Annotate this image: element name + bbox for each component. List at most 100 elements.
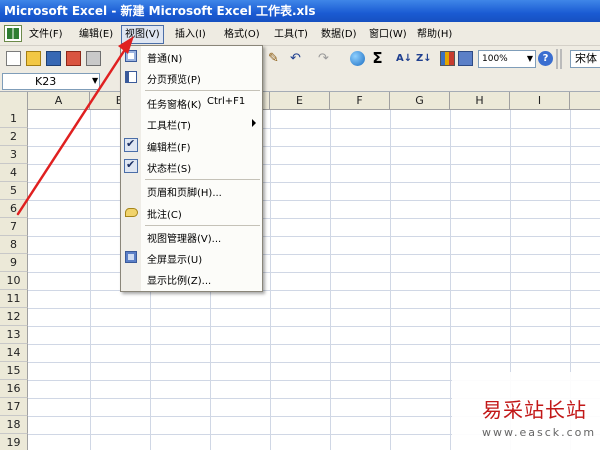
menu-tools[interactable]: 工具(T) <box>271 26 311 43</box>
row-header[interactable]: 4 <box>0 164 28 182</box>
column-header-h[interactable]: H <box>450 92 510 110</box>
gridline <box>28 344 600 345</box>
page-break-preview-icon <box>125 71 137 83</box>
sort-asc-icon[interactable]: A↓ <box>396 51 412 66</box>
row-header[interactable]: 19 <box>0 434 28 450</box>
view-menu-item-custom-views[interactable]: 视图管理器(V)... <box>121 226 262 248</box>
chevron-down-icon: ▼ <box>526 54 533 63</box>
menu-file[interactable]: 文件(F) <box>26 26 66 43</box>
column-header-g[interactable]: G <box>390 92 450 110</box>
chart-wizard-icon[interactable] <box>440 51 455 66</box>
view-menu-item-zoom[interactable]: 显示比例(Z)... <box>121 268 262 290</box>
font-select[interactable]: 宋体 <box>570 50 600 68</box>
font-value: 宋体 <box>575 52 597 65</box>
row-header[interactable]: 8 <box>0 236 28 254</box>
row-header[interactable]: 5 <box>0 182 28 200</box>
formula-bar: K23 ▼ <box>0 72 600 92</box>
menu-insert[interactable]: 插入(I) <box>172 26 209 43</box>
view-menu-item-status-bar[interactable]: 状态栏(S) <box>121 156 262 178</box>
view-menu-item-label: 工具栏(T) <box>147 121 191 132</box>
row-header[interactable]: 18 <box>0 416 28 434</box>
select-all-corner[interactable] <box>0 92 28 110</box>
row-header[interactable]: 2 <box>0 128 28 146</box>
view-menu-item-label: 批注(C) <box>147 210 182 221</box>
permission-icon[interactable] <box>66 51 81 66</box>
redo-icon[interactable]: ↷ <box>318 51 333 66</box>
view-menu-item-label: 普通(N) <box>147 54 183 65</box>
autosum-icon[interactable]: Σ <box>370 51 385 66</box>
view-menu-item-formula-bar[interactable]: 编辑栏(F) <box>121 135 262 157</box>
print-icon[interactable] <box>86 51 101 66</box>
row-header[interactable]: 14 <box>0 344 28 362</box>
view-menu-item-label: 视图管理器(V)... <box>147 234 222 245</box>
row-header[interactable]: 7 <box>0 218 28 236</box>
view-menu-item-page-break-preview[interactable]: 分页预览(P) <box>121 67 262 89</box>
row-header[interactable]: 1 <box>0 110 28 128</box>
help-icon[interactable]: ? <box>538 51 553 66</box>
menu-window[interactable]: 窗口(W) <box>366 26 410 43</box>
gridline <box>28 182 600 183</box>
format-painter-icon[interactable]: ✎ <box>268 51 283 66</box>
gridline <box>28 272 600 273</box>
gridline <box>270 110 271 450</box>
new-icon[interactable] <box>6 51 21 66</box>
name-box[interactable]: K23 <box>2 73 100 90</box>
checkmark-icon <box>124 158 138 173</box>
view-menu-item-toolbars[interactable]: 工具栏(T) <box>121 113 262 135</box>
menu-help[interactable]: 帮助(H) <box>414 26 455 43</box>
comment-icon <box>125 208 138 217</box>
row-header[interactable]: 10 <box>0 272 28 290</box>
view-menu-item-label: 编辑栏(F) <box>147 143 191 154</box>
checkmark-icon <box>124 137 138 152</box>
menu-edit[interactable]: 编辑(E) <box>76 26 116 43</box>
gridline <box>28 218 600 219</box>
standard-toolbar: ✎ ↶ ↷ Σ A↓ Z↓ 100% ▼ ? 宋体 <box>0 46 600 72</box>
row-header[interactable]: 9 <box>0 254 28 272</box>
full-screen-icon <box>125 251 137 263</box>
menu-view[interactable]: 视图(V) <box>121 25 164 44</box>
row-header[interactable]: 12 <box>0 308 28 326</box>
gridline <box>28 200 600 201</box>
view-menu-item-task-pane[interactable]: 任务窗格(K) Ctrl+F1 <box>121 92 262 114</box>
excel-app-icon[interactable] <box>4 25 22 42</box>
menu-data[interactable]: 数据(D) <box>318 26 360 43</box>
view-menu-dropdown: 普通(N) 分页预览(P) 任务窗格(K) Ctrl+F1 工具栏(T) 编辑栏… <box>120 45 263 292</box>
row-header[interactable]: 3 <box>0 146 28 164</box>
column-header-f[interactable]: F <box>330 92 390 110</box>
gridline <box>330 110 331 450</box>
zoom-select[interactable]: 100% ▼ <box>478 50 536 68</box>
view-menu-item-label: 显示比例(Z)... <box>147 276 212 287</box>
window-title-bar: Microsoft Excel - 新建 Microsoft Excel 工作表… <box>0 0 600 22</box>
hyperlink-icon[interactable] <box>350 51 365 66</box>
gridline <box>28 290 600 291</box>
view-menu-item-comments[interactable]: 批注(C) <box>121 202 262 224</box>
column-header-i[interactable]: I <box>510 92 570 110</box>
submenu-arrow-icon <box>252 119 256 127</box>
view-menu-item-full-screen[interactable]: 全屏显示(U) <box>121 247 262 269</box>
row-header[interactable]: 17 <box>0 398 28 416</box>
gridline <box>28 362 600 363</box>
row-header[interactable]: 16 <box>0 380 28 398</box>
undo-icon[interactable]: ↶ <box>290 51 305 66</box>
name-box-value: K23 <box>35 75 57 88</box>
gridline <box>28 146 600 147</box>
drawing-icon[interactable] <box>458 51 473 66</box>
row-header[interactable]: 11 <box>0 290 28 308</box>
sort-desc-icon[interactable]: Z↓ <box>416 51 432 66</box>
toolbar-grip[interactable] <box>556 49 564 69</box>
column-header-a[interactable]: A <box>28 92 90 110</box>
watermark-url: www.easck.com <box>482 426 597 439</box>
gridline <box>28 254 600 255</box>
column-header-e[interactable]: E <box>270 92 330 110</box>
view-menu-item-normal[interactable]: 普通(N) <box>121 46 262 68</box>
open-icon[interactable] <box>26 51 41 66</box>
gridline <box>390 110 391 450</box>
view-menu-item-header-footer[interactable]: 页眉和页脚(H)... <box>121 180 262 202</box>
menu-bar: 文件(F) 编辑(E) 视图(V) 插入(I) 格式(O) 工具(T) 数据(D… <box>0 22 600 46</box>
chevron-down-icon[interactable]: ▼ <box>92 76 98 85</box>
row-header[interactable]: 15 <box>0 362 28 380</box>
menu-format[interactable]: 格式(O) <box>221 26 263 43</box>
save-icon[interactable] <box>46 51 61 66</box>
row-header[interactable]: 13 <box>0 326 28 344</box>
row-header[interactable]: 6 <box>0 200 28 218</box>
